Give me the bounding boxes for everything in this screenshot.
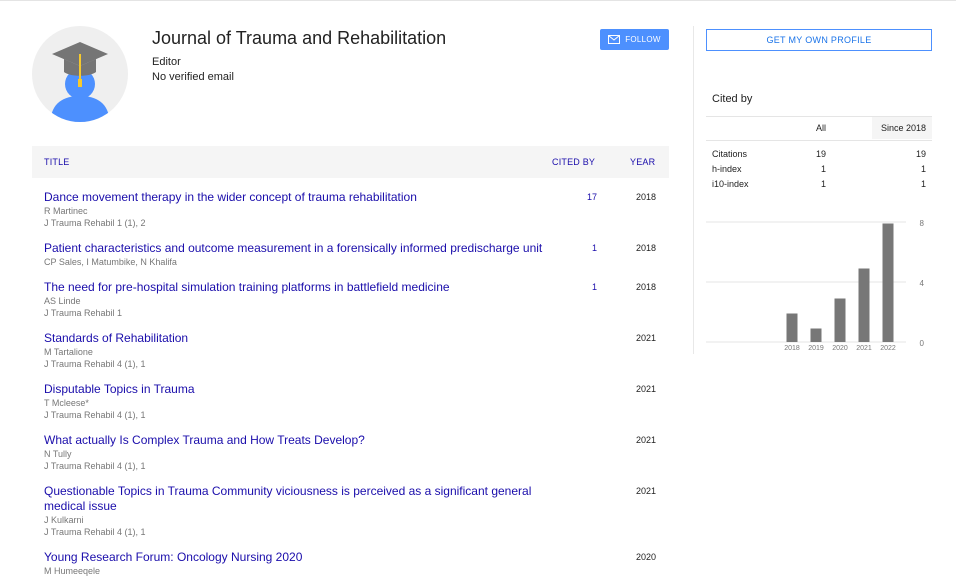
profile-affiliation: Editor	[152, 56, 181, 68]
publication-title[interactable]: Young Research Forum: Oncology Nursing 2…	[44, 550, 544, 565]
citations-per-year-chart: 0 4 8 2018 2019 2020 2021 2022	[706, 219, 925, 352]
bar-2022[interactable]	[882, 223, 894, 343]
bar-2020[interactable]	[834, 298, 846, 343]
publication-year: 2020	[635, 552, 656, 562]
publication-title[interactable]: What actually Is Complex Trauma and How …	[44, 433, 544, 448]
publication-title[interactable]: Patient characteristics and outcome meas…	[44, 241, 554, 256]
publication-year: 2021	[635, 486, 656, 496]
metric-all-value: 1	[820, 164, 826, 174]
follow-button[interactable]: FOLLOW	[600, 29, 669, 50]
bar-2019[interactable]	[810, 328, 822, 343]
publication-title[interactable]: Disputable Topics in Trauma	[44, 382, 544, 397]
publication-authors: J Kulkarni	[44, 515, 84, 525]
publication-title[interactable]: Standards of Rehabilitation	[44, 331, 544, 346]
metric-all-value: 1	[820, 179, 826, 189]
publication-authors: T Mcleese*	[44, 398, 89, 408]
avatar	[32, 26, 128, 122]
publication-year: 2018	[635, 192, 656, 202]
publication-title[interactable]: Questionable Topics in Trauma Community …	[44, 484, 544, 514]
publication-venue: J Trauma Rehabil 4 (1), 1	[44, 461, 146, 471]
publication-venue: J Trauma Rehabil 4 (1), 1	[44, 527, 146, 537]
follow-label: FOLLOW	[625, 35, 661, 44]
publication-venue: J Trauma Rehabil 4 (1), 1	[44, 359, 146, 369]
bar-2018[interactable]	[786, 313, 798, 343]
publication-venue: J Trauma Rehabil 4 (1), 1	[44, 410, 146, 420]
x-tick-label: 2022	[880, 345, 896, 352]
metrics-header-all: All	[815, 123, 826, 133]
publication-year: 2021	[635, 384, 656, 394]
get-my-own-profile-button[interactable]: GET MY OWN PROFILE	[706, 29, 932, 51]
publication-year: 2021	[635, 333, 656, 343]
publication-year: 2018	[635, 243, 656, 253]
cited-by-count[interactable]: 1	[572, 243, 597, 253]
cited-by-count[interactable]: 1	[572, 282, 597, 292]
x-tick-label: 2018	[784, 345, 800, 352]
metric-label: h-index	[712, 164, 742, 174]
x-tick-label: 2020	[832, 345, 848, 352]
publication-authors: N Tully	[44, 449, 72, 459]
metric-all-value: 19	[815, 149, 826, 159]
publication-authors: CP Sales, I Matumbike, N Khalifa	[44, 257, 177, 267]
publication-authors: M Humeeqele	[44, 566, 101, 576]
publications-header: TITLE CITED BY YEAR	[32, 146, 669, 178]
metric-since-value: 19	[915, 149, 926, 159]
y-tick-label: 0	[920, 339, 925, 348]
publication-authors: AS Linde	[44, 296, 81, 306]
publication-year: 2021	[635, 435, 656, 445]
publication-year: 2018	[635, 282, 656, 292]
sort-by-title[interactable]: TITLE	[44, 157, 70, 167]
cited-by-heading: Cited by	[712, 93, 753, 105]
publication-venue: J Trauma Rehabil 1 (1), 2	[44, 218, 146, 228]
mail-icon	[608, 35, 621, 44]
metric-since-value: 1	[920, 179, 926, 189]
profile-email-status: No verified email	[152, 71, 234, 83]
publication-authors: R Martinec	[44, 206, 88, 216]
publication-title[interactable]: Dance movement therapy in the wider conc…	[44, 190, 544, 205]
publication-title[interactable]: The need for pre-hospital simulation tra…	[44, 280, 544, 295]
bar-2021[interactable]	[858, 268, 870, 343]
x-tick-label: 2019	[808, 345, 824, 352]
y-tick-label: 8	[920, 219, 925, 228]
top-border	[0, 0, 956, 1]
graduation-cap-person-icon	[50, 42, 110, 122]
metric-since-value: 1	[920, 164, 926, 174]
publication-authors: M Tartalione	[44, 347, 93, 357]
sort-by-cited[interactable]: CITED BY	[552, 157, 595, 167]
x-tick-label: 2021	[856, 345, 872, 352]
publication-venue: J Trauma Rehabil 1	[44, 308, 123, 318]
metric-label: i10-index	[712, 179, 749, 189]
y-tick-label: 4	[920, 279, 925, 288]
metric-label: Citations	[712, 149, 748, 159]
divider	[706, 140, 932, 141]
cited-by-count[interactable]: 17	[572, 192, 597, 202]
sort-by-year[interactable]: YEAR	[630, 157, 655, 167]
column-divider	[693, 26, 694, 354]
metrics-header-since: Since 2018	[880, 123, 926, 133]
profile-name: Journal of Trauma and Rehabilitation	[152, 28, 447, 48]
